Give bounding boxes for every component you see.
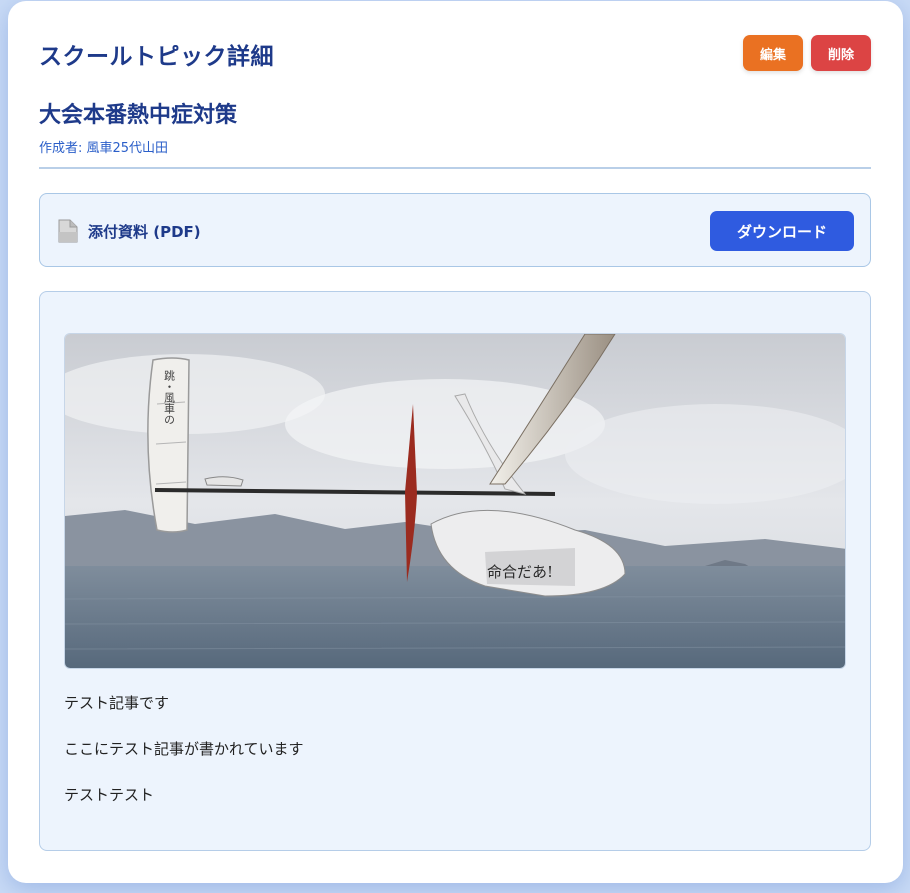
- paragraph: ここにテスト記事が書かれています: [64, 740, 304, 758]
- fin-text: 跳・風車の: [163, 369, 176, 425]
- paragraph: テストテスト: [64, 786, 155, 804]
- attachment-label: 添付資料 (PDF): [88, 223, 201, 241]
- author-label: 作成者: 風車25代山田: [39, 141, 169, 156]
- fuselage-text: 命合だあ!: [487, 563, 553, 581]
- divider: [39, 167, 871, 169]
- article-content: 跳・風車の 命合だあ! テスト記事です ここにテスト記事が書かれています テスト…: [39, 291, 871, 851]
- topic-detail-card: スクールトピック詳細 編集 削除 大会本番熱中症対策 作成者: 風車25代山田 …: [8, 1, 903, 883]
- delete-button[interactable]: 削除: [811, 35, 871, 71]
- topic-title: 大会本番熱中症対策: [39, 103, 238, 128]
- paragraph: テスト記事です: [64, 694, 170, 712]
- document-icon: [58, 219, 78, 243]
- attachment-panel: 添付資料 (PDF) ダウンロード: [39, 193, 871, 267]
- download-button[interactable]: ダウンロード: [710, 211, 854, 251]
- page-title: スクールトピック詳細: [39, 44, 274, 70]
- article-image: 跳・風車の 命合だあ!: [64, 333, 846, 669]
- edit-button[interactable]: 編集: [743, 35, 803, 71]
